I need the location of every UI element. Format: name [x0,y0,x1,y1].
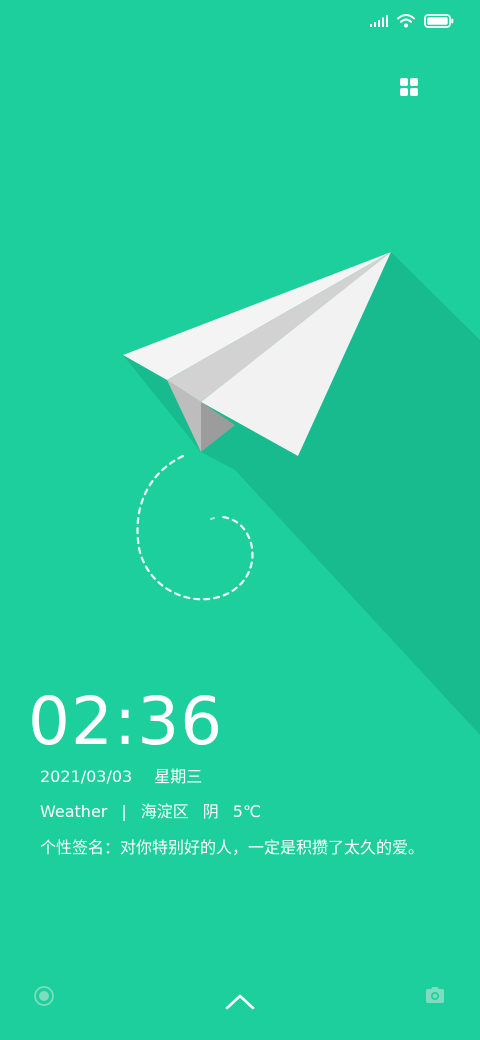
paper-plane-wallpaper [123,252,480,735]
camera-icon [426,987,444,1003]
weather-separator: | [121,802,127,821]
camera-shortcut[interactable] [424,985,446,1005]
weather-district: 海淀区 [140,802,189,821]
date-line: 2021/03/03 星期三 [40,766,202,788]
unlock-swipe-up[interactable] [225,993,255,1011]
lockscreen-clock: 02:36 [28,683,224,760]
signature-text: 个性签名：对你特别好的人，一定是积攒了太久的爱。 [40,838,425,857]
record-icon [34,986,54,1006]
weather-line: Weather | 海淀区阴 5℃ [40,801,261,823]
weather-temperature: 5℃ [232,802,261,821]
chevron-up-icon [225,994,255,1010]
weather-condition: 阴 [202,802,219,821]
flight-trail [136,454,254,601]
weather-label: Weather [40,802,108,821]
flight-trail-start [209,516,216,521]
date-text: 2021/03/03 [40,767,133,786]
weekday-text: 星期三 [154,767,203,786]
bottom-left-shortcut[interactable] [33,985,55,1007]
